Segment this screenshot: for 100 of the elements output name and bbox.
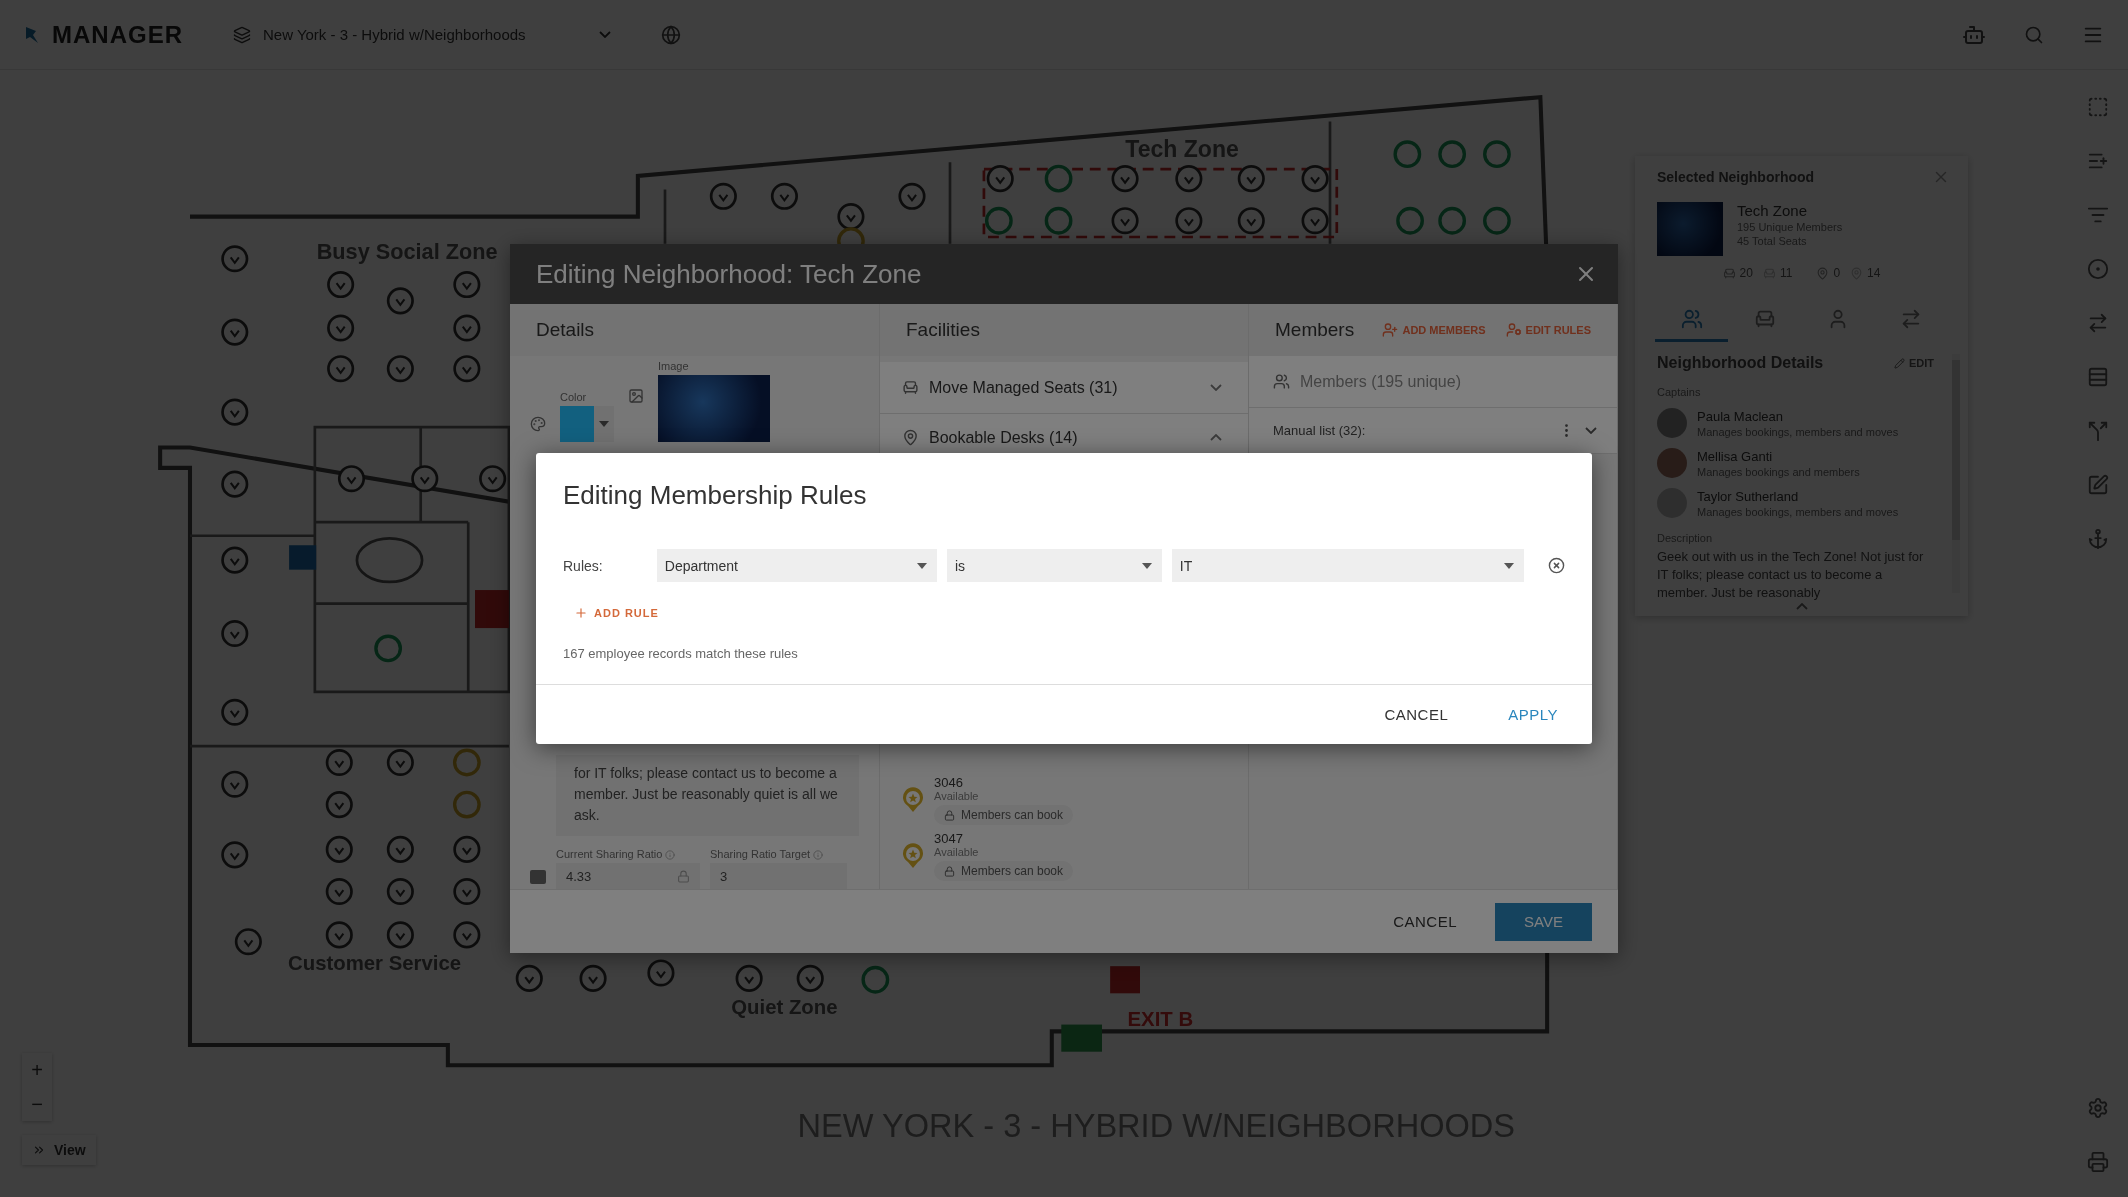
description-field[interactable]: for IT folks; please contact us to become a member. Just be reasonably quiet is all we ask.: [556, 754, 859, 836]
seat-marker[interactable]: [709, 182, 737, 210]
facility-group[interactable]: Move Managed Seats (31): [880, 362, 1248, 414]
edit-icon[interactable]: [2087, 474, 2109, 496]
add-rule-button[interactable]: ADD RULE: [568, 600, 665, 626]
photo-placeholder[interactable]: [658, 375, 770, 442]
seat-marker[interactable]: [386, 748, 414, 777]
value-dropdown[interactable]: IT: [1171, 549, 1524, 582]
seat-marker[interactable]: [1111, 207, 1139, 235]
seat-marker[interactable]: [1438, 140, 1467, 169]
save-button[interactable]: SAVE: [1495, 902, 1592, 941]
print-icon[interactable]: [2087, 1151, 2109, 1173]
edit-rules-button[interactable]: EDIT RULES: [1505, 322, 1591, 338]
seat-marker[interactable]: [984, 206, 1013, 235]
palette-icon: [530, 416, 546, 432]
apply-button[interactable]: APPLY: [1498, 698, 1568, 731]
caret-icon: [599, 421, 609, 427]
seat-marker[interactable]: [386, 355, 414, 383]
seat-marker[interactable]: [325, 835, 353, 863]
seat-marker[interactable]: [386, 877, 414, 906]
seat-marker[interactable]: [515, 964, 543, 992]
rows-icon[interactable]: [2087, 366, 2109, 388]
seat-marker[interactable]: [1438, 206, 1467, 235]
seat-marker[interactable]: [796, 964, 824, 992]
anchor-icon[interactable]: [2087, 528, 2109, 550]
seat-marker[interactable]: [327, 314, 355, 342]
people-icon: [1273, 373, 1290, 390]
chevron-up-icon[interactable]: [1795, 602, 1808, 610]
seat-marker[interactable]: [221, 470, 249, 498]
seat-marker[interactable]: [386, 835, 414, 863]
seat-marker[interactable]: [1044, 164, 1073, 193]
seat-marker[interactable]: [1175, 165, 1203, 193]
seat-marker[interactable]: [1393, 140, 1422, 169]
seat-marker[interactable]: [453, 355, 481, 383]
cancel-button[interactable]: CANCEL: [1374, 698, 1459, 731]
zoom-in-button[interactable]: +: [22, 1053, 52, 1087]
seat-marker[interactable]: [453, 877, 481, 906]
desk-marker[interactable]: [452, 748, 481, 777]
donut-icon[interactable]: [2087, 258, 2109, 280]
seat-marker[interactable]: [221, 698, 249, 726]
seat-marker[interactable]: [325, 791, 353, 819]
meeting-table: [355, 537, 424, 584]
column-heading: Details: [536, 319, 595, 341]
seat-marker[interactable]: [327, 355, 355, 383]
seat-marker[interactable]: [579, 964, 607, 992]
seat-marker[interactable]: [1483, 140, 1511, 169]
seat-marker[interactable]: [221, 318, 249, 346]
seat-marker[interactable]: [837, 203, 865, 231]
seat-marker[interactable]: [1396, 206, 1424, 235]
seat-marker[interactable]: [1301, 165, 1329, 193]
seat-marker[interactable]: [735, 964, 763, 992]
seat-marker[interactable]: [453, 314, 481, 342]
seat-marker[interactable]: [325, 748, 353, 777]
seat-marker[interactable]: [337, 465, 366, 493]
desk-marker[interactable]: [452, 790, 481, 819]
seat-marker[interactable]: [1237, 165, 1265, 193]
seat-marker[interactable]: [386, 287, 414, 315]
seat-marker[interactable]: [221, 398, 249, 426]
seat-marker[interactable]: [325, 921, 353, 949]
seat-marker[interactable]: [325, 877, 353, 906]
seat-marker[interactable]: [861, 965, 890, 994]
seat-marker[interactable]: [411, 465, 439, 493]
zoom-out-button[interactable]: −: [22, 1087, 52, 1121]
field-dropdown[interactable]: Department: [656, 549, 937, 582]
seat-marker[interactable]: [221, 841, 249, 869]
seat-marker[interactable]: [374, 634, 403, 663]
seat-marker[interactable]: [221, 770, 249, 798]
seat-marker[interactable]: [1044, 206, 1073, 235]
seat-marker[interactable]: [1175, 207, 1203, 235]
fork-icon[interactable]: [2087, 420, 2109, 442]
seat-marker[interactable]: [1301, 207, 1329, 235]
seat-marker[interactable]: [234, 928, 262, 956]
seat-marker[interactable]: [453, 835, 481, 863]
seat-marker[interactable]: [1483, 206, 1511, 235]
seat-marker[interactable]: [1111, 165, 1139, 193]
operator-dropdown[interactable]: is: [946, 549, 1162, 582]
seat-marker[interactable]: [453, 921, 481, 949]
seat-marker[interactable]: [647, 959, 675, 987]
seat-marker[interactable]: [221, 619, 249, 648]
seat-marker[interactable]: [479, 465, 507, 493]
seat-marker[interactable]: [770, 182, 798, 210]
cancel-button[interactable]: CANCEL: [1383, 905, 1467, 938]
desk-number: 3047: [934, 831, 963, 846]
seat-marker[interactable]: [986, 165, 1014, 193]
seat-marker[interactable]: [221, 546, 249, 574]
ratio-field[interactable]: 3: [710, 863, 847, 889]
seat-marker[interactable]: [221, 245, 249, 273]
remove-rule-button[interactable]: [1548, 557, 1565, 574]
settings-icon[interactable]: [2087, 1097, 2109, 1119]
chevron-down-icon[interactable]: [1585, 427, 1597, 434]
seat-marker[interactable]: [1237, 207, 1265, 235]
seat-marker[interactable]: [453, 270, 481, 299]
color-picker[interactable]: [560, 406, 614, 442]
seat-marker[interactable]: [386, 921, 414, 949]
seat-marker[interactable]: [898, 182, 926, 210]
swap-icon[interactable]: [2087, 312, 2109, 334]
caret-icon: [1141, 562, 1152, 569]
add-members-button[interactable]: ADD MEMBERS: [1382, 322, 1486, 338]
seat-marker[interactable]: [327, 270, 355, 299]
selection-icon[interactable]: [2087, 96, 2109, 118]
